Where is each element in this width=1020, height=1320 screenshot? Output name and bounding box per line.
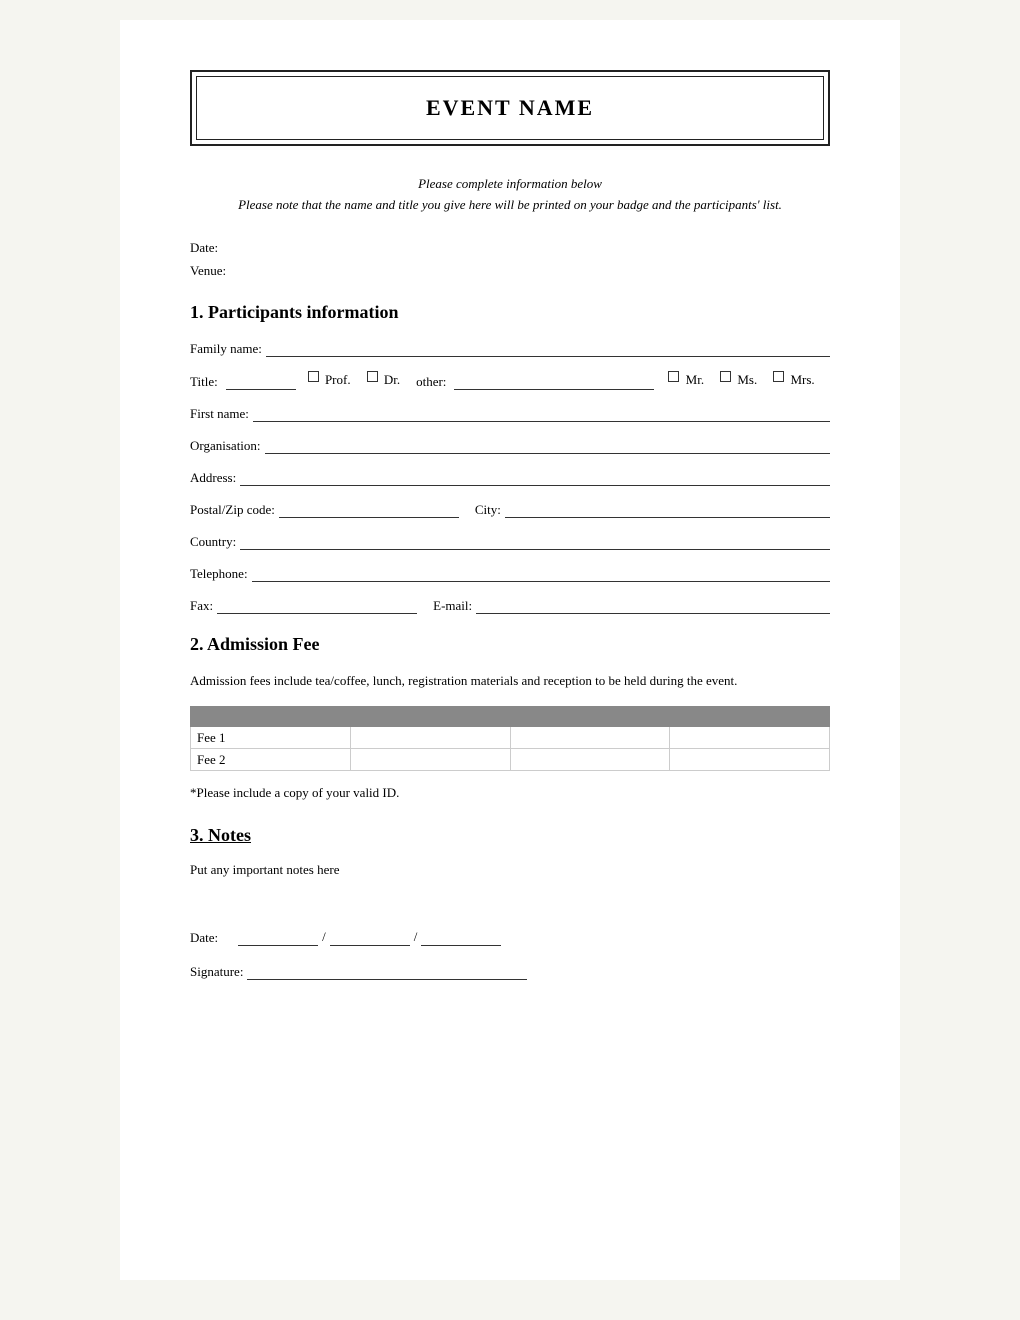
fax-input[interactable] [217,596,417,614]
fee-col3-header [510,707,670,727]
postal-city-row: Postal/Zip code: City: [190,500,830,518]
fee-table: Fee 1 Fee 2 [190,706,830,771]
title-label: Title: [190,374,218,390]
fax-label: Fax: [190,598,213,614]
table-row: Fee 2 [191,749,830,771]
valid-id-note: *Please include a copy of your valid ID. [190,785,830,801]
telephone-label: Telephone: [190,566,248,582]
checkbox-prof-group: Prof. [308,371,357,388]
telephone-input[interactable] [252,564,830,582]
fax-email-row: Fax: E-mail: [190,596,830,614]
table-row: Fee 1 [191,727,830,749]
header-box: EVENT NAME [190,70,830,146]
address-input[interactable] [240,468,830,486]
checkbox-mrs-group: Mrs. [773,371,820,388]
checkbox-mrs[interactable] [773,371,784,382]
email-label: E-mail: [433,598,472,614]
first-name-input[interactable] [253,404,830,422]
title-blank-input[interactable] [226,372,296,390]
notes-text: Put any important notes here [190,862,830,878]
signature-input[interactable] [247,962,527,980]
date-day-input[interactable] [238,928,318,946]
country-input[interactable] [240,532,830,550]
checkbox-mr[interactable] [668,371,679,382]
fee2-col3 [510,749,670,771]
checkbox-dr-group: Dr. [367,371,407,388]
dr-label: Dr. [384,372,400,387]
prof-label: Prof. [325,372,351,387]
mr-label: Mr. [686,372,704,387]
other-label: other: [416,374,446,390]
fee-table-body: Fee 1 Fee 2 [191,727,830,771]
header-box-inner: EVENT NAME [196,76,824,140]
fee1-col3 [510,727,670,749]
section3-heading: 3. Notes [190,825,830,846]
date-slash1: / [322,929,326,945]
date-label: Date: [190,236,830,259]
page: EVENT NAME Please complete information b… [120,20,900,1280]
fee2-label: Fee 2 [191,749,351,771]
section2-heading: 2. Admission Fee [190,634,830,655]
date-month-input[interactable] [330,928,410,946]
city-input[interactable] [505,500,830,518]
checkbox-prof[interactable] [308,371,319,382]
postal-input[interactable] [279,500,459,518]
fee-col2-header [350,707,510,727]
fee2-col2 [350,749,510,771]
country-label: Country: [190,534,236,550]
sig-date-label: Date: [190,930,218,946]
checkbox-dr[interactable] [367,371,378,382]
fee-description: Admission fees include tea/coffee, lunch… [190,671,830,692]
signature-label: Signature: [190,964,243,980]
fee-col4-header [670,707,830,727]
checkbox-ms[interactable] [720,371,731,382]
checkbox-mr-group: Mr. [668,371,710,388]
fee-table-header-row [191,707,830,727]
date-year-input[interactable] [421,928,501,946]
fee2-col4 [670,749,830,771]
fee1-col2 [350,727,510,749]
date-slash2: / [414,929,418,945]
first-name-label: First name: [190,406,249,422]
section1-heading: 1. Participants information [190,302,830,323]
organisation-input[interactable] [265,436,830,454]
family-name-row: Family name: [190,339,830,357]
fee-col1-header [191,707,351,727]
city-label: City: [475,502,501,518]
family-name-input[interactable] [266,339,830,357]
postal-label: Postal/Zip code: [190,502,275,518]
family-name-label: Family name: [190,341,262,357]
organisation-label: Organisation: [190,438,261,454]
fee-table-head [191,707,830,727]
mrs-label: Mrs. [790,372,814,387]
signature-area: Date: / / Signature: [190,928,830,980]
address-row: Address: [190,468,830,486]
organisation-row: Organisation: [190,436,830,454]
telephone-row: Telephone: [190,564,830,582]
date-venue-block: Date: Venue: [190,236,830,283]
instruction-line1: Please complete information below [190,174,830,195]
signature-row: Signature: [190,962,830,980]
instruction-line2: Please note that the name and title you … [190,195,830,216]
checkbox-ms-group: Ms. [720,371,763,388]
title-row: Title: Prof. Dr. other: Mr. Ms. Mrs. [190,371,830,390]
country-row: Country: [190,532,830,550]
fee1-col4 [670,727,830,749]
venue-label: Venue: [190,259,830,282]
fee1-label: Fee 1 [191,727,351,749]
event-title: EVENT NAME [426,95,594,120]
instructions: Please complete information below Please… [190,174,830,216]
email-input[interactable] [476,596,830,614]
address-label: Address: [190,470,236,486]
first-name-row: First name: [190,404,830,422]
other-input[interactable] [454,372,654,390]
signature-date-row: Date: / / [190,928,830,946]
ms-label: Ms. [737,372,757,387]
